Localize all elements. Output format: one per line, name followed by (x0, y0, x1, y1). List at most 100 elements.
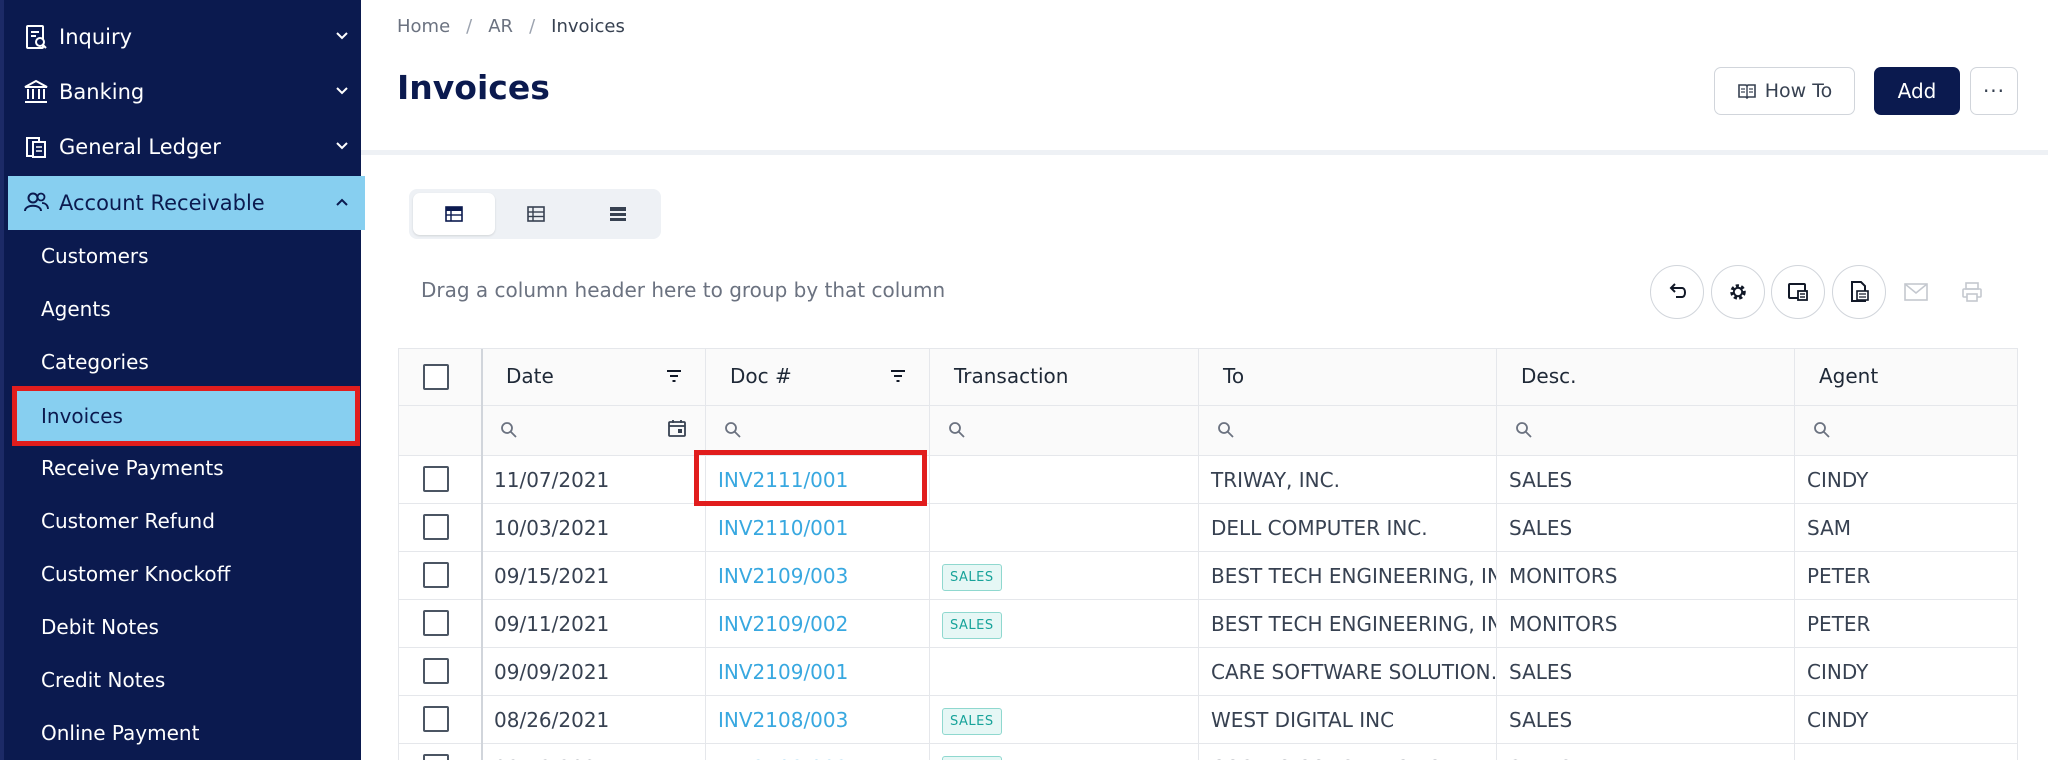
bank-icon (24, 79, 48, 103)
nav-group-general-ledger[interactable]: General Ledger (8, 120, 365, 174)
column-divider (929, 349, 930, 760)
to-filter-cell[interactable] (1199, 406, 1496, 455)
filter-icon[interactable] (665, 367, 683, 385)
sidebar-item-categories[interactable]: Categories (8, 337, 365, 387)
doc-number-link[interactable]: INV2109/001 (718, 660, 848, 684)
row-checkbox[interactable] (423, 610, 449, 636)
nav-group-inquiry[interactable]: Inquiry (8, 10, 365, 64)
column-chooser-button[interactable] (1771, 265, 1825, 319)
sidebar-item-credit-notes[interactable]: Credit Notes (8, 655, 365, 705)
add-button[interactable]: Add (1874, 67, 1960, 115)
ledger-icon (26, 137, 46, 158)
row-checkbox[interactable] (423, 706, 449, 732)
column-header-doc[interactable]: Doc # (706, 349, 929, 405)
how-to-button[interactable]: How To (1714, 67, 1855, 115)
nav-group-label: Inquiry (59, 25, 133, 49)
agent-cell: PETER (1795, 600, 2017, 647)
desc-cell: SALES (1509, 516, 1573, 540)
table-row[interactable]: 08/18/2021 INV2108/002 SALES COSMIC CONSTRU… (399, 744, 2017, 760)
agent-filter-cell[interactable] (1795, 406, 2017, 455)
doc-number-link[interactable]: INV2110/001 (718, 516, 848, 540)
select-all-cell (399, 349, 481, 405)
sidebar-item-receive-payments[interactable]: Receive Payments (8, 443, 365, 493)
desc-cell: SALES (1509, 660, 1573, 684)
desc-filter-cell[interactable] (1497, 406, 1794, 455)
row-checkbox[interactable] (423, 562, 449, 588)
column-header-desc[interactable]: Desc. (1497, 349, 1794, 405)
agent-cell: PETER (1807, 756, 1870, 760)
desc-cell: SALES (1509, 468, 1573, 492)
email-button[interactable] (1899, 275, 1933, 309)
view-list-button[interactable] (577, 193, 659, 235)
to-cell: BEST TECH ENGINEERING, INC. (1211, 612, 1496, 636)
view-table-button[interactable] (413, 193, 495, 235)
nav-group-account-receivable[interactable]: Account Receivable (8, 176, 365, 230)
sidebar-item-online-payment[interactable]: Online Payment (8, 708, 365, 758)
desc-cell: SALES (1509, 708, 1573, 732)
transaction-tag: SALES (942, 756, 1002, 760)
transaction-cell: SALES (930, 744, 1198, 760)
export-button[interactable] (1832, 265, 1886, 319)
column-header-agent[interactable]: Agent (1795, 349, 2017, 405)
desc-cell: MONITORS (1509, 564, 1618, 588)
to-cell: BEST TECH ENGINEERING, INC. (1199, 552, 1496, 599)
row-checkbox[interactable] (423, 658, 449, 684)
settings-button[interactable] (1711, 265, 1765, 319)
table-row[interactable]: 09/09/2021 INV2109/001 CARE SOFTWARE SOLUT… (399, 648, 2017, 696)
agent-cell: PETER (1795, 744, 2017, 760)
desc-cell: SALES (1497, 744, 1794, 760)
to-cell: COSMIC CONSTRUCTION, IN… (1211, 756, 1496, 760)
sidebar-item-invoices[interactable]: Invoices (12, 386, 360, 446)
users-icon (24, 192, 49, 212)
sidebar-item-customers[interactable]: Customers (8, 231, 365, 281)
sidebar-item-debit-notes[interactable]: Debit Notes (8, 602, 365, 652)
row-checkbox[interactable] (423, 754, 449, 760)
calendar-icon[interactable] (667, 418, 687, 438)
breadcrumb-ar[interactable]: AR (488, 16, 513, 37)
doc-number-link[interactable]: INV2109/003 (718, 564, 848, 588)
breadcrumb: Home / AR / Invoices (397, 16, 625, 37)
table-row[interactable]: 09/15/2021 INV2109/003 SALES BEST TECH ENGI… (399, 552, 2017, 600)
sidebar-item-label: Receive Payments (41, 456, 224, 480)
doc-filter-cell[interactable] (706, 406, 929, 455)
transaction-tag: SALES (942, 564, 1002, 591)
row-checkbox[interactable] (423, 514, 449, 540)
doc-number-link[interactable]: INV2108/003 (718, 708, 848, 732)
column-header-label: Agent (1819, 364, 1879, 388)
row-select-cell (399, 696, 481, 743)
search-icon (725, 422, 741, 438)
row-select-cell (399, 504, 481, 551)
column-divider (481, 349, 483, 760)
table-row[interactable]: 11/07/2021 INV2111/001 TRIWAY, INC. SALES CI… (399, 456, 2017, 504)
view-grid-button[interactable] (495, 193, 577, 235)
sidebar-item-customer-refund[interactable]: Customer Refund (8, 496, 365, 546)
transaction-filter-cell[interactable] (930, 406, 1198, 455)
undo-button[interactable] (1650, 265, 1704, 319)
chevron-down-icon (336, 142, 348, 150)
date-filter-cell[interactable] (482, 406, 705, 455)
breadcrumb-home[interactable]: Home (397, 16, 450, 37)
column-header-date[interactable]: Date (482, 349, 705, 405)
print-button[interactable] (1955, 275, 1989, 309)
column-header-label: Date (506, 364, 554, 388)
more-options-button[interactable]: ··· (1970, 67, 2018, 115)
column-header-to[interactable]: To (1199, 349, 1496, 405)
table-row[interactable]: 09/11/2021 INV2109/002 SALES BEST TECH ENGI… (399, 600, 2017, 648)
sidebar-item-label: Online Payment (41, 721, 200, 745)
grid-view-icon (527, 206, 545, 222)
sidebar-item-customer-knockoff[interactable]: Customer Knockoff (8, 549, 365, 599)
nav-group-banking[interactable]: Banking (8, 65, 365, 119)
row-checkbox[interactable] (423, 466, 449, 492)
doc-number-link[interactable]: INV2108/002 (718, 756, 848, 760)
column-chooser-icon (1788, 283, 1808, 301)
sidebar: Inquiry Banking General Ledger Account R… (0, 0, 365, 760)
filter-icon[interactable] (889, 367, 907, 385)
column-header-label: To (1223, 364, 1245, 388)
select-all-checkbox[interactable] (423, 364, 449, 390)
column-header-transaction[interactable]: Transaction (930, 349, 1198, 405)
column-divider (1496, 349, 1497, 760)
table-row[interactable]: 10/03/2021 INV2110/001 DELL COMPUTER INC. S… (399, 504, 2017, 552)
sidebar-item-agents[interactable]: Agents (8, 284, 365, 334)
doc-number-link[interactable]: INV2109/002 (718, 612, 848, 636)
table-row[interactable]: 08/26/2021 INV2108/003 SALES WEST DIGITAL I… (399, 696, 2017, 744)
